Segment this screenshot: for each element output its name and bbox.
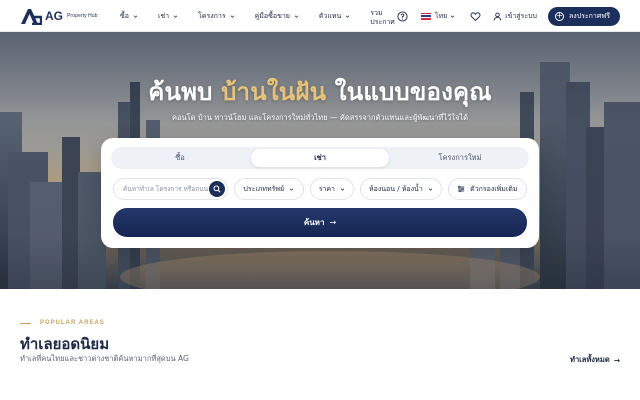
menu-item-agents[interactable]: ตัวแทน — [319, 11, 350, 22]
language-selector[interactable]: ไทย — [420, 11, 455, 22]
logo-text: AG — [45, 9, 63, 23]
chevron-down-icon — [294, 15, 299, 18]
arrow-right-icon: → — [329, 218, 337, 227]
eyebrow-divider — [20, 322, 31, 324]
price-label: ราคา — [318, 184, 335, 193]
chevron-down-icon — [346, 15, 350, 18]
search-button-label: ค้นหา — [303, 218, 325, 227]
menu-item-projects[interactable]: โครงการ — [198, 11, 235, 22]
logo-subtext: Property Hub — [67, 13, 98, 19]
eyebrow-label: POPULAR AREAS — [40, 320, 105, 326]
thai-flag-icon — [420, 12, 431, 20]
chevron-down-icon — [133, 15, 138, 18]
chevron-down-icon — [340, 188, 345, 191]
see-all-label: ทำเลทั้งหมด — [570, 355, 610, 364]
more-filters-button[interactable]: ตัวกรองเพิ่มเติม — [447, 178, 528, 200]
brand-logo[interactable]: AG Property Hub — [20, 7, 98, 25]
hero-title-part1: ค้นพบ — [148, 78, 222, 106]
menu-item-label: โครงการ — [198, 11, 226, 20]
chevron-down-icon — [173, 15, 178, 18]
tab-buy[interactable]: ซื้อ — [111, 147, 249, 169]
menu-item-label: ตัวแทน — [318, 11, 342, 20]
section-subtitle: ทำเลที่คนไทยและชาวต่างชาติค้นหามากที่สุด… — [20, 354, 189, 363]
heart-icon — [470, 11, 481, 21]
tab-rent[interactable]: เช่า — [251, 149, 389, 167]
rooms-label: ห้องนอน / ห้องน้ำ — [369, 184, 423, 193]
menu-item-label-line2: ประกาศ — [370, 18, 395, 26]
menu-item-guide[interactable]: คู่มือซื้อขาย — [255, 11, 299, 22]
hero-title-part2: ในแบบของคุณ — [326, 78, 492, 106]
rooms-dropdown[interactable]: ห้องนอน / ห้องน้ำ — [360, 178, 442, 200]
see-all-areas-link[interactable]: ทำเลทั้งหมด → — [570, 354, 620, 366]
menu-item-label: ซื้อ — [120, 11, 129, 20]
menu-item-label: เช่า — [157, 11, 170, 20]
menu-item-all-listings[interactable]: รวม ประกาศ — [370, 9, 395, 27]
chevron-down-icon — [450, 15, 455, 18]
login-link[interactable]: เข้าสู่ระบบ — [493, 11, 537, 22]
menu-item-buy[interactable]: ซื้อ — [120, 11, 138, 22]
main-menu: ซื้อ เช่า โครงการ คู่มือซื้อขาย ตัวแทน ร… — [120, 0, 415, 32]
menu-item-rent[interactable]: เช่า — [158, 11, 178, 22]
nav-actions: ไทย เข้าสู่ระบบ + ลงประกาศฟรี — [397, 0, 620, 32]
hero-subtitle: คอนโด บ้าน ทาวน์โฮม และโครงการใหม่ทั่วไท… — [171, 113, 469, 122]
help-button[interactable] — [397, 10, 409, 22]
menu-item-label-line1: รวม — [370, 9, 383, 17]
search-button[interactable]: ค้นหา → — [113, 208, 527, 237]
property-type-dropdown[interactable]: ประเภททรัพย์ — [234, 178, 304, 200]
post-listing-label: ลงประกาศฟรี — [569, 11, 610, 20]
more-filters-label: ตัวกรองเพิ่มเติม — [470, 184, 518, 193]
sliders-icon — [457, 185, 465, 193]
menu-item-label: คู่มือซื้อขาย — [254, 11, 290, 20]
user-icon — [493, 12, 502, 20]
section-eyebrow: POPULAR AREAS — [20, 320, 105, 326]
favorites-button[interactable] — [469, 10, 481, 22]
hero-title: ค้นพบ บ้านในฝัน ในแบบของคุณ — [0, 72, 640, 111]
search-icon — [213, 185, 221, 193]
arrow-right-icon: → — [613, 355, 620, 365]
search-tabs: ซื้อ เช่า โครงการใหม่ — [111, 147, 529, 169]
search-card: ซื้อ เช่า โครงการใหม่ ประเภททรัพย์ ราคา … — [101, 138, 539, 248]
login-label: เข้าสู่ระบบ — [505, 11, 537, 20]
post-listing-button[interactable]: + ลงประกาศฟรี — [548, 6, 620, 26]
language-label: ไทย — [434, 11, 448, 20]
chevron-down-icon — [230, 15, 234, 18]
property-type-label: ประเภททรัพย์ — [243, 184, 285, 193]
chevron-down-icon — [428, 188, 433, 191]
chevron-down-icon — [289, 188, 294, 191]
hero-title-accent: บ้านในฝัน — [221, 78, 327, 106]
search-input[interactable] — [123, 185, 209, 193]
top-navbar: AG Property Hub ซื้อ เช่า โครงการ คู่มือ… — [0, 0, 640, 32]
plus-icon: + — [555, 11, 564, 21]
logo-mark-icon — [21, 9, 42, 25]
search-filters: ประเภททรัพย์ ราคา ห้องนอน / ห้องน้ำ ตัวก… — [113, 178, 528, 200]
help-icon — [397, 10, 408, 22]
search-field — [113, 178, 228, 200]
price-dropdown[interactable]: ราคา — [309, 178, 355, 200]
search-submit-icon-button[interactable] — [209, 181, 225, 197]
tab-new-projects[interactable]: โครงการใหม่ — [391, 147, 529, 169]
